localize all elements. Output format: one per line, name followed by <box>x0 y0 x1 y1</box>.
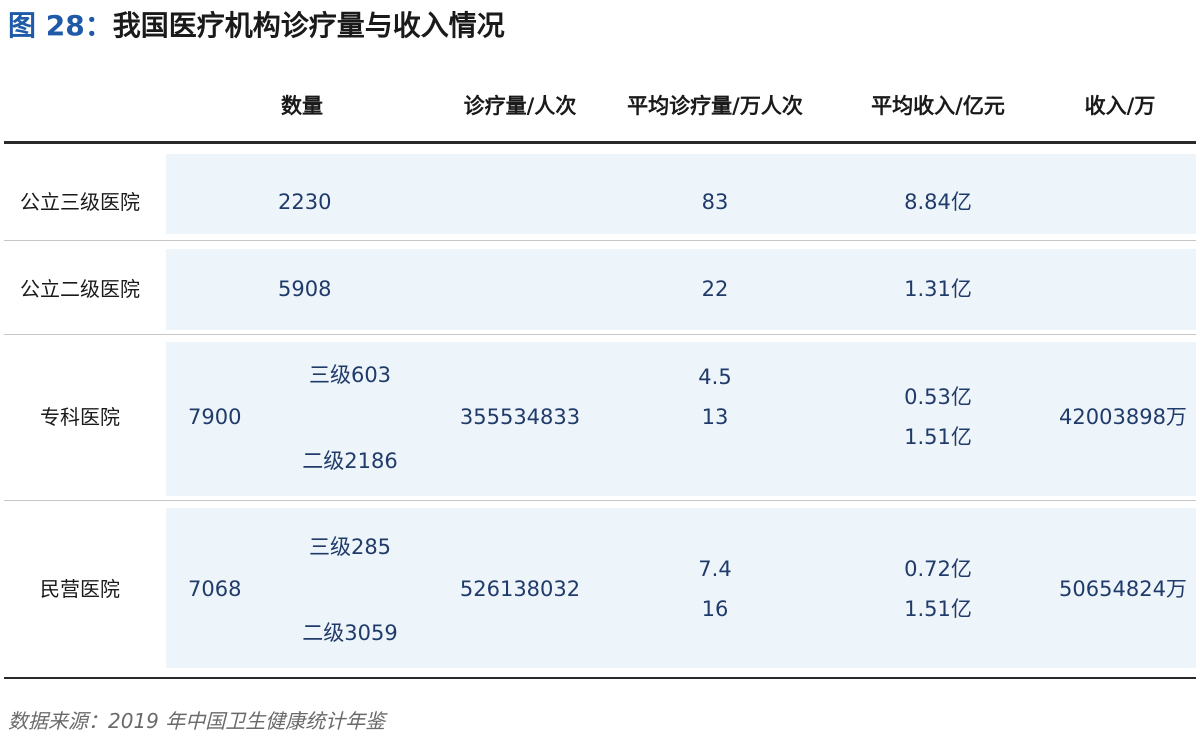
column-header-avg-income: 平均收入/亿元 <box>871 94 1005 118</box>
cell-avg-visits-tier3: 7.4 <box>698 557 732 581</box>
row-divider <box>4 500 1196 501</box>
cell-visits: 355534833 <box>459 405 581 429</box>
cell-avg-visits-tier3: 4.5 <box>698 365 732 389</box>
cell-avg-income: 1.31亿 <box>904 277 972 301</box>
row-label: 公立三级医院 <box>20 190 140 214</box>
header-rule <box>4 141 1196 144</box>
column-header-visits: 诊疗量/人次 <box>463 94 577 118</box>
column-header-count: 数量 <box>281 94 323 118</box>
row-label: 民营医院 <box>40 577 120 601</box>
cell-count: 7068 <box>188 577 242 601</box>
cell-avg-income-tier2: 1.51亿 <box>904 425 972 449</box>
cell-count: 2230 <box>278 190 332 214</box>
figure-title: 图 28：我国医疗机构诊疗量与收入情况 <box>8 6 505 46</box>
cell-avg-income-tier2: 1.51亿 <box>904 597 972 621</box>
row-divider <box>4 240 1196 241</box>
cell-avg-visits: 22 <box>701 277 729 301</box>
cell-avg-income-tier3: 0.53亿 <box>904 385 972 409</box>
cell-avg-income: 8.84亿 <box>904 190 972 214</box>
figure-title-text: 我国医疗机构诊疗量与收入情况 <box>112 9 505 42</box>
cell-count: 7900 <box>188 405 242 429</box>
cell-avg-income-tier3: 0.72亿 <box>904 557 972 581</box>
column-header-avg-visits: 平均诊疗量/万人次 <box>627 94 803 118</box>
cell-avg-visits-tier2: 16 <box>701 597 729 621</box>
cell-count: 5908 <box>278 277 332 301</box>
cell-tier3-count: 三级285 <box>308 535 392 559</box>
row-divider <box>4 334 1196 335</box>
bottom-rule <box>4 677 1196 679</box>
row-label: 公立二级医院 <box>20 277 140 301</box>
figure-number: 图 28： <box>8 9 113 42</box>
cell-visits: 526138032 <box>459 577 581 601</box>
cell-avg-visits-tier2: 13 <box>701 405 729 429</box>
cell-tier2-count: 二级3059 <box>302 621 398 645</box>
row-label: 专科医院 <box>40 405 120 429</box>
report-figure: 图 28：我国医疗机构诊疗量与收入情况 数量 诊疗量/人次 平均诊疗量/万人次 … <box>0 0 1200 742</box>
cell-tier3-count: 三级603 <box>308 363 392 387</box>
cell-tier2-count: 二级2186 <box>302 449 398 473</box>
cell-income: 50654824万 <box>1059 577 1187 601</box>
cell-avg-visits: 83 <box>701 190 729 214</box>
source-note: 数据来源：2019 年中国卫生健康统计年鉴 <box>8 709 386 733</box>
column-header-income: 收入/万 <box>1084 94 1156 118</box>
cell-income: 42003898万 <box>1059 405 1187 429</box>
